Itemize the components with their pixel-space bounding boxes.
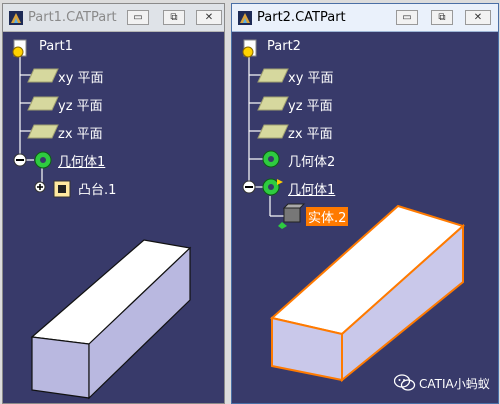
tree-item-yz-plane[interactable]: yz 平面 [288,95,333,114]
body-icon [262,150,280,168]
watermark-text: CATIA小蚂蚁 [419,377,490,391]
tree-root-part1[interactable]: Part1 [39,39,73,54]
tree-item-zx-plane[interactable]: zx 平面 [58,123,103,142]
tree-item-body2[interactable]: 几何体2 [288,151,335,170]
plane-icon [257,68,289,139]
expand-toggle-icon[interactable] [34,181,46,193]
gear-icon [242,39,257,58]
body-in-work-icon [262,178,283,196]
box-3d-part1 [30,239,192,400]
tree-item-body1[interactable]: 几何体1 [288,179,335,198]
tree-item-zx-plane[interactable]: zx 平面 [288,123,333,142]
tree-item-body1[interactable]: 几何体1 [58,151,105,170]
box-3d-part2-selected[interactable] [269,204,465,383]
tree-item-xy-plane[interactable]: xy 平面 [288,67,334,86]
tree-item-yz-plane[interactable]: yz 平面 [58,95,103,114]
tree-root-part2[interactable]: Part2 [267,39,301,54]
gear-icon [12,39,27,58]
tree-item-solid2-selected[interactable]: 实体.2 [306,207,349,226]
tree-item-xy-plane[interactable]: xy 平面 [58,67,104,86]
body-icon [34,151,52,169]
graphics-overlay [12,39,465,400]
collapse-toggle-icon[interactable] [13,153,27,167]
tree-item-pad1[interactable]: 凸台.1 [78,179,116,198]
wechat-icon [394,374,416,391]
collapse-toggle-icon[interactable] [242,180,256,194]
pad-icon [53,180,71,198]
plane-icon [27,68,59,139]
watermark: CATIA小蚂蚁 [394,372,494,394]
